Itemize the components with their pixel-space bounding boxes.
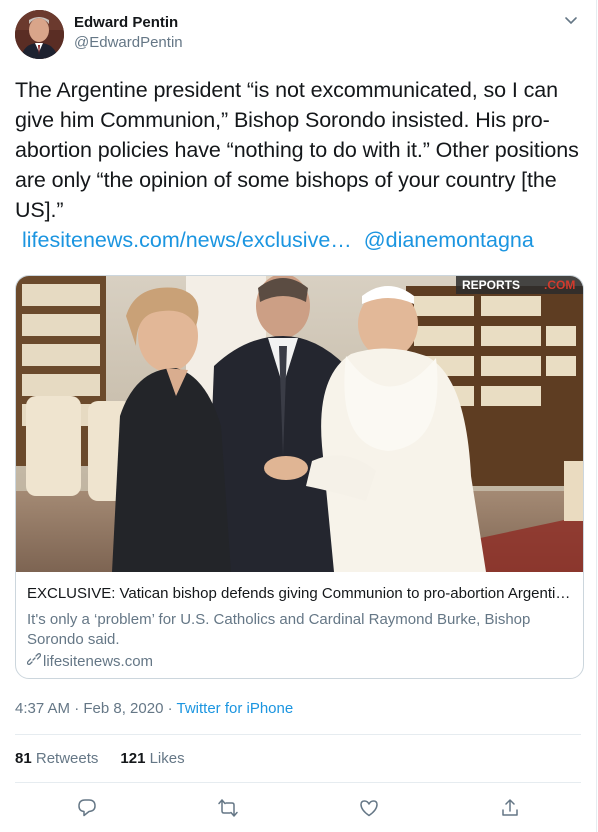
source-link[interactable]: Twitter for iPhone (176, 700, 293, 717)
likes-label: Likes (149, 750, 185, 767)
author-block: Edward Pentin @EdwardPentin (74, 13, 183, 52)
card-domain: lifesitenews.com (43, 653, 154, 670)
likes-count: 121 (120, 750, 146, 767)
reply-icon[interactable] (72, 793, 102, 823)
tweet-stats: 81 Retweets 121 Likes (15, 750, 185, 767)
card-url: lifesitenews.com (26, 652, 572, 671)
avatar-photo (15, 10, 64, 59)
share-icon[interactable] (495, 793, 525, 823)
retweets-stat[interactable]: 81 Retweets (15, 750, 98, 767)
chevron-down-icon[interactable] (562, 12, 580, 30)
tweet-links: lifesitenews.com/news/exclusive… @dianem… (22, 225, 534, 255)
link-icon (26, 652, 42, 671)
article-link[interactable]: lifesitenews.com/news/exclusive… (22, 228, 352, 252)
retweets-count: 81 (15, 750, 32, 767)
divider (15, 734, 581, 735)
card-title: EXCLUSIVE: Vatican bishop defends giving… (27, 585, 572, 602)
retweets-label: Retweets (35, 750, 99, 767)
card-body: EXCLUSIVE: Vatican bishop defends giving… (26, 584, 572, 671)
svg-text:.COM: .COM (544, 278, 575, 292)
tweet-body: The Argentine president “is not excommun… (15, 78, 579, 222)
like-icon[interactable] (354, 793, 384, 823)
card-description: It's only a ‘problem’ for U.S. Catholics… (27, 611, 531, 648)
divider (15, 782, 581, 783)
link-card[interactable]: REPORTS .COM EXCLUSIVE: Vatican bishop d… (15, 275, 584, 679)
retweet-icon[interactable] (213, 793, 243, 823)
card-image: REPORTS .COM (16, 276, 583, 572)
author-handle[interactable]: @EdwardPentin (74, 33, 183, 52)
timestamp[interactable]: 4:37 AM · Feb 8, 2020 · (15, 700, 176, 717)
mention-link[interactable]: @dianemontagna (364, 228, 534, 252)
author-name[interactable]: Edward Pentin (74, 13, 183, 32)
tweet-meta: 4:37 AM · Feb 8, 2020 · Twitter for iPho… (15, 700, 293, 717)
action-bar (0, 793, 596, 823)
tweet-text: The Argentine president “is not excommun… (15, 75, 583, 225)
tweet-container: Edward Pentin @EdwardPentin The Argentin… (0, 0, 597, 832)
avatar[interactable] (15, 10, 64, 59)
image-watermark: REPORTS (462, 278, 520, 292)
likes-stat[interactable]: 121 Likes (120, 750, 184, 767)
